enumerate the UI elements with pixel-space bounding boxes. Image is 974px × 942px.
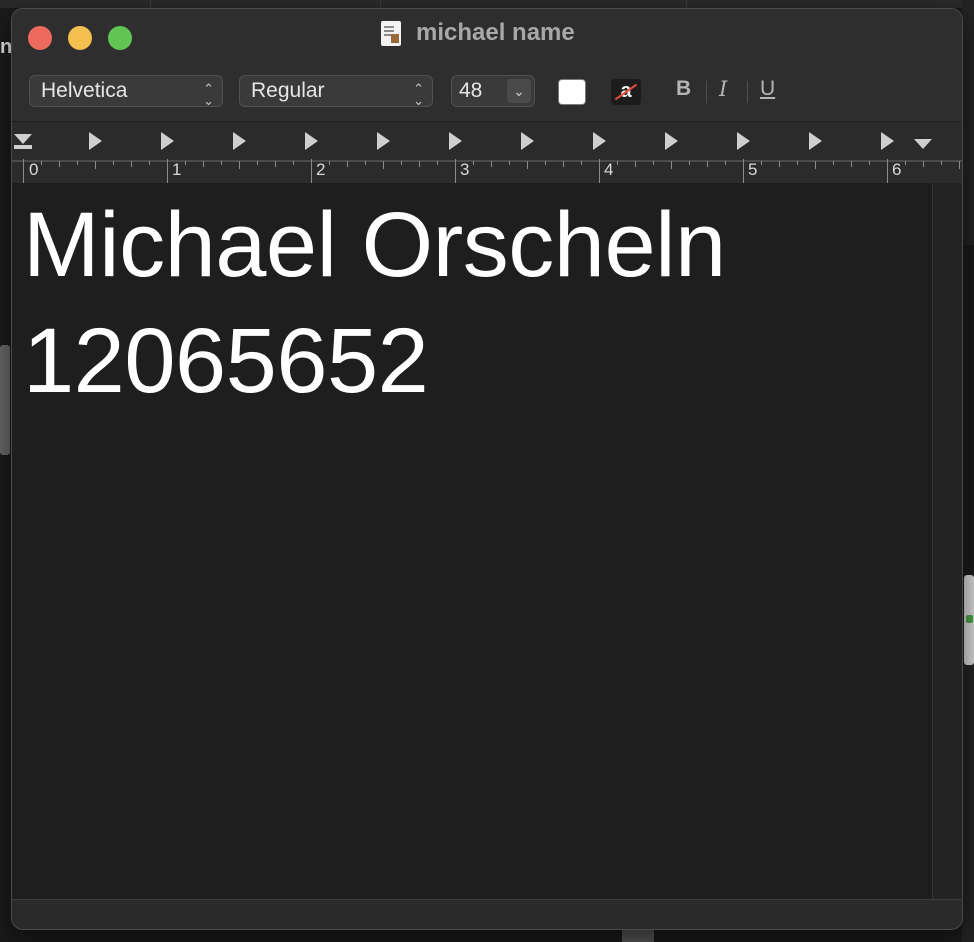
close-button[interactable] [28,26,52,50]
text-color-well[interactable] [558,79,586,105]
background-window-edge [0,0,974,8]
font-style-value: Regular [251,79,325,102]
zoom-button[interactable] [108,26,132,50]
chevron-down-icon[interactable]: ⌄ [507,79,531,103]
right-margin-icon [914,139,932,149]
text-line[interactable]: Michael Orscheln [23,193,726,298]
textedit-window: michael name Helvetica ⌃ ⌄ Regular ⌃ ⌄ 48 … [12,9,962,929]
window-title: michael name [416,19,575,46]
background-scroll-handle [0,345,10,455]
updown-chevron-icon: ⌃ ⌄ [203,81,214,108]
minimize-button[interactable] [68,26,92,50]
tab-stop-icon [593,132,606,150]
ruler-number: 0 [29,160,39,179]
divider [706,81,707,103]
tab-stop-icon [89,132,102,150]
left-indent-icon [14,145,32,149]
background-app-icon [964,575,974,665]
background-color-well[interactable]: a [611,79,641,105]
font-style-popup[interactable]: Regular ⌃ ⌄ [239,75,433,108]
ruler-number: 1 [172,160,182,179]
background-partial-text: n [0,36,13,58]
updown-chevron-icon: ⌃ ⌄ [413,81,424,108]
tab-stop-icon [521,132,534,150]
tab-stop-icon [809,132,822,150]
ruler-number: 4 [604,160,614,179]
italic-button[interactable]: I [719,77,727,101]
tab-stop-icon [305,132,318,150]
background-dock-item [622,930,654,942]
ruler-number: 6 [892,160,902,179]
tab-stop-icon [233,132,246,150]
ruler-number: 5 [748,160,758,179]
text-document-icon[interactable] [381,21,401,46]
font-family-value: Helvetica [41,79,128,102]
tab-stop-icon [665,132,678,150]
tab-stop-icon [737,132,750,150]
tab-stop-icon [377,132,390,150]
font-size-value[interactable]: 48 [459,79,482,102]
vertical-scrollbar[interactable] [932,183,962,899]
tab-stop-icon [881,132,894,150]
window-bottom-edge [12,899,962,929]
tab-stop-icon [449,132,462,150]
text-editor[interactable]: Michael Orscheln 12065652 [12,183,932,899]
ruler-number: 3 [460,160,470,179]
text-line[interactable]: 12065652 [23,309,429,414]
first-line-indent-icon [14,134,32,144]
font-family-popup[interactable]: Helvetica ⌃ ⌄ [29,75,223,108]
divider [747,81,748,103]
ruler-number: 2 [316,160,326,179]
font-size-field[interactable]: 48 ⌄ [451,75,535,107]
title-bar: michael name Helvetica ⌃ ⌄ Regular ⌃ ⌄ 48 … [12,9,962,121]
background-window-right [962,0,974,942]
underline-button[interactable]: U [760,77,775,101]
ruler[interactable]: 0 1 2 3 4 5 6 [12,121,962,184]
bold-button[interactable]: B [676,77,691,101]
tab-stop-icon [161,132,174,150]
ruler-ticks [12,132,962,183]
